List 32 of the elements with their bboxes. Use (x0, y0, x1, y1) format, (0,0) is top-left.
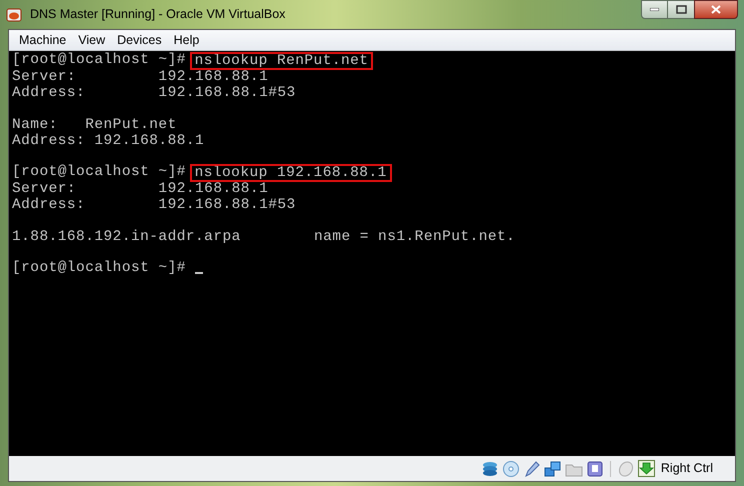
menu-item[interactable]: View (72, 30, 112, 50)
app-icon (6, 6, 22, 22)
network-icon[interactable] (544, 460, 562, 478)
command-text: nslookup RenPut.net (192, 54, 372, 68)
close-button[interactable] (694, 0, 738, 19)
menu-item[interactable]: Machine (13, 30, 72, 50)
restore-icon (676, 5, 686, 14)
output-line: 1.88.168.192.in-addr.arpa name = ns1.RenPut.net. (12, 229, 516, 245)
shell-prompt: [root@localhost ~]# (12, 163, 186, 182)
output-line: Server: 192.168.88.1 (12, 69, 268, 85)
disc-icon[interactable] (502, 460, 520, 478)
minimize-icon (650, 8, 659, 11)
down-arrow-icon (638, 460, 655, 477)
maximize-button[interactable] (668, 0, 694, 19)
menu-item[interactable]: Devices (111, 30, 168, 50)
output-line: Address: 192.168.88.1#53 (12, 85, 296, 101)
output-line: Address: 192.168.88.1 (12, 133, 204, 149)
minimize-button[interactable] (641, 0, 668, 19)
output-line: Server: 192.168.88.1 (12, 181, 268, 197)
close-icon (711, 5, 721, 14)
display-icon[interactable] (586, 460, 604, 478)
shell-prompt: [root@localhost ~]# (12, 259, 186, 278)
text-cursor (194, 272, 203, 274)
host-key-label: Right Ctrl (660, 460, 713, 478)
shell-prompt: [root@localhost ~]# (12, 51, 186, 70)
window-title: DNS Master [Running] - Oracle VM VirtualBox (30, 6, 286, 24)
output-line: Name: RenPut.net (12, 117, 177, 133)
command-text: nslookup 192.168.88.1 (192, 166, 390, 180)
output-line: Address: 192.168.88.1#53 (12, 197, 296, 213)
pen-icon[interactable] (522, 460, 541, 478)
hard-disk-icon[interactable] (480, 460, 499, 478)
menu-item[interactable]: Help (168, 30, 206, 50)
